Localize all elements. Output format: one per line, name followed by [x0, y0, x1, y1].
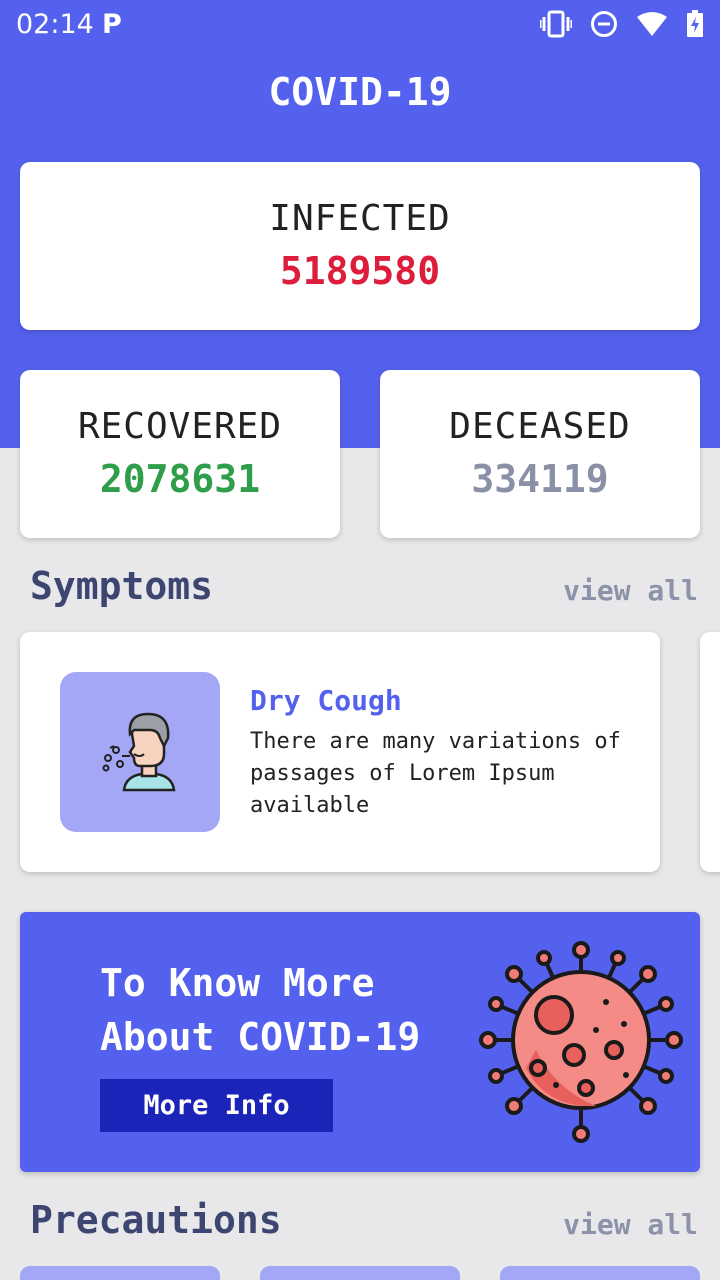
symptom-icon-box: [60, 672, 220, 832]
more-info-button[interactable]: More Info: [100, 1079, 333, 1132]
infected-card: INFECTED 5189580: [20, 162, 700, 330]
deceased-card: DECEASED 334119: [380, 370, 700, 538]
info-banner: To Know More About COVID-19 More Info: [20, 912, 700, 1172]
banner-title: To Know More About COVID-19: [100, 961, 421, 1059]
page-title: COVID-19: [268, 70, 452, 114]
parking-app-icon: P: [102, 9, 122, 40]
precaution-card[interactable]: [20, 1266, 220, 1280]
symptom-card[interactable]: Dry Cough There are many variations of p…: [20, 632, 660, 872]
vibrate-icon: [540, 10, 572, 38]
deceased-count: 334119: [471, 457, 609, 501]
recovered-card: RECOVERED 2078631: [20, 370, 340, 538]
symptoms-heading: Symptoms: [30, 564, 214, 608]
wifi-icon: [637, 12, 667, 36]
battery-charging-icon: [687, 10, 703, 37]
symptom-description: There are many variations of passages of…: [250, 729, 621, 818]
status-bar: 02:14 P: [0, 0, 720, 50]
recovered-count: 2078631: [99, 457, 261, 501]
next-symptom-card[interactable]: [700, 632, 720, 872]
status-time: 02:14: [16, 9, 94, 40]
infected-label: INFECTED: [269, 198, 451, 239]
precautions-heading: Precautions: [30, 1198, 282, 1242]
precautions-view-all-link[interactable]: view all: [563, 1208, 698, 1241]
coughing-person-icon: [102, 712, 176, 792]
recovered-label: RECOVERED: [77, 406, 283, 447]
infected-count: 5189580: [279, 249, 441, 293]
virus-icon: [479, 941, 683, 1143]
precaution-card[interactable]: [500, 1266, 700, 1280]
do-not-disturb-icon: [591, 11, 617, 37]
symptom-title: Dry Cough: [250, 684, 402, 717]
deceased-label: DECEASED: [449, 406, 631, 447]
precaution-card[interactable]: [260, 1266, 460, 1280]
symptoms-view-all-link[interactable]: view all: [563, 574, 698, 607]
